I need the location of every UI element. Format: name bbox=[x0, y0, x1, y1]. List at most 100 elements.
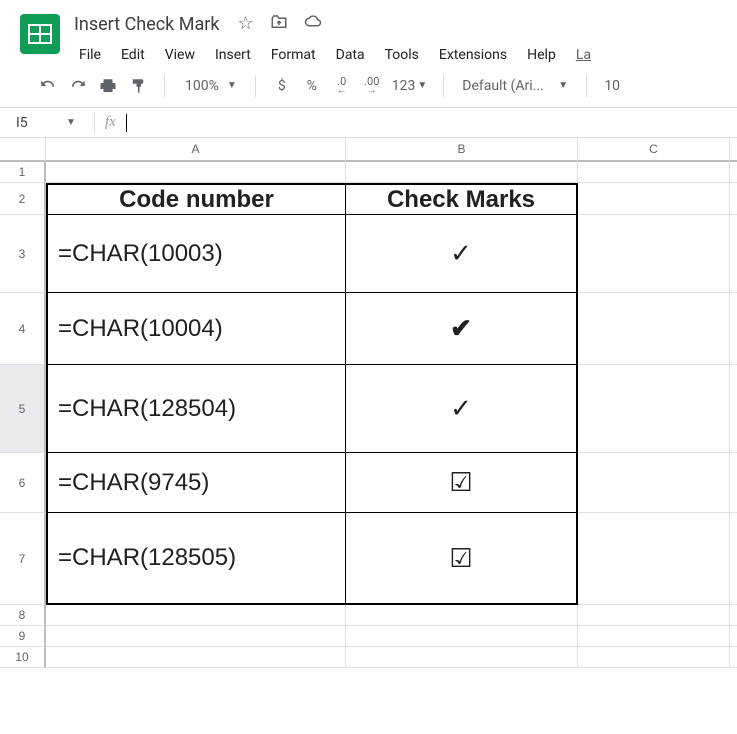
chevron-down-icon: ▼ bbox=[227, 80, 237, 91]
cell[interactable] bbox=[346, 162, 578, 183]
cell-value: =CHAR(9745) bbox=[48, 453, 345, 512]
cell[interactable] bbox=[730, 626, 737, 647]
menu-last[interactable]: La bbox=[567, 43, 600, 67]
cell-value: ✔ bbox=[346, 293, 576, 364]
cell[interactable]: =CHAR(9745) bbox=[46, 453, 346, 513]
spreadsheet-grid[interactable]: A B C 1 2 Code number Check Marks 3 =CHA… bbox=[0, 138, 737, 668]
move-icon[interactable] bbox=[270, 13, 288, 36]
font-name: Default (Ari... bbox=[462, 78, 552, 94]
format-percent-button[interactable]: % bbox=[300, 73, 324, 99]
star-icon[interactable]: ☆ bbox=[237, 13, 253, 36]
cell[interactable] bbox=[346, 647, 578, 668]
table-header-marks: Check Marks bbox=[346, 185, 576, 214]
cell[interactable] bbox=[578, 293, 730, 365]
name-box[interactable]: I5 bbox=[0, 115, 60, 131]
cell-value: ✓ bbox=[346, 215, 576, 292]
formula-input[interactable] bbox=[126, 114, 127, 132]
row-header[interactable]: 10 bbox=[0, 647, 46, 668]
cell-value: ☑ bbox=[346, 453, 576, 512]
cell[interactable] bbox=[730, 215, 737, 293]
cell[interactable] bbox=[578, 513, 730, 605]
cell[interactable] bbox=[578, 453, 730, 513]
cell[interactable]: ✓ bbox=[346, 215, 578, 293]
cell[interactable] bbox=[730, 293, 737, 365]
cell[interactable] bbox=[730, 365, 737, 453]
document-title[interactable]: Insert Check Mark bbox=[70, 12, 223, 37]
paint-format-button[interactable] bbox=[126, 73, 150, 99]
menu-extensions[interactable]: Extensions bbox=[430, 43, 516, 67]
formula-bar: I5 ▼ fx bbox=[0, 108, 737, 138]
cell[interactable] bbox=[578, 183, 730, 215]
row-header[interactable]: 7 bbox=[0, 513, 46, 605]
table-header-code: Code number bbox=[48, 185, 345, 214]
menu-data[interactable]: Data bbox=[327, 43, 374, 67]
cell[interactable] bbox=[46, 605, 346, 626]
select-all-corner[interactable] bbox=[0, 138, 46, 162]
cell[interactable] bbox=[578, 647, 730, 668]
cell[interactable] bbox=[578, 626, 730, 647]
menu-help[interactable]: Help bbox=[518, 43, 565, 67]
menu-tools[interactable]: Tools bbox=[376, 43, 428, 67]
cell[interactable]: Code number bbox=[46, 183, 346, 215]
row-header[interactable]: 2 bbox=[0, 183, 46, 215]
cell[interactable]: Check Marks bbox=[346, 183, 578, 215]
more-formats-button[interactable]: 123▼ bbox=[390, 73, 430, 99]
cell[interactable] bbox=[578, 365, 730, 453]
cell[interactable] bbox=[578, 162, 730, 183]
undo-button[interactable] bbox=[36, 73, 60, 99]
menu-insert[interactable]: Insert bbox=[206, 43, 260, 67]
format-currency-button[interactable]: $ bbox=[270, 73, 294, 99]
cell[interactable] bbox=[730, 453, 737, 513]
cell[interactable] bbox=[46, 647, 346, 668]
cell-value: =CHAR(10004) bbox=[48, 293, 345, 364]
cell[interactable]: ✔ bbox=[346, 293, 578, 365]
cell[interactable] bbox=[578, 605, 730, 626]
cell-value: =CHAR(10003) bbox=[48, 215, 345, 292]
cell[interactable] bbox=[730, 513, 737, 605]
cell[interactable] bbox=[46, 626, 346, 647]
cell[interactable]: =CHAR(128504) bbox=[46, 365, 346, 453]
zoom-select[interactable]: 100% ▼ bbox=[179, 78, 241, 94]
chevron-down-icon: ▼ bbox=[558, 80, 568, 91]
menu-bar: File Edit View Insert Format Data Tools … bbox=[70, 37, 600, 67]
print-button[interactable] bbox=[96, 73, 120, 99]
cell[interactable] bbox=[46, 162, 346, 183]
cell[interactable]: ☑ bbox=[346, 513, 578, 605]
cell[interactable] bbox=[730, 162, 737, 183]
cell[interactable] bbox=[346, 626, 578, 647]
menu-format[interactable]: Format bbox=[262, 43, 325, 67]
row-header[interactable]: 8 bbox=[0, 605, 46, 626]
cell[interactable]: =CHAR(10003) bbox=[46, 215, 346, 293]
cell[interactable]: ✓ bbox=[346, 365, 578, 453]
sheets-app-icon[interactable] bbox=[20, 14, 60, 54]
cell[interactable]: ☑ bbox=[346, 453, 578, 513]
row-header[interactable]: 5 bbox=[0, 365, 46, 453]
cell[interactable] bbox=[730, 647, 737, 668]
menu-view[interactable]: View bbox=[156, 43, 204, 67]
column-header-C[interactable]: C bbox=[578, 138, 730, 162]
row-header[interactable]: 9 bbox=[0, 626, 46, 647]
cloud-status-icon[interactable] bbox=[304, 13, 322, 36]
row-header[interactable]: 4 bbox=[0, 293, 46, 365]
menu-edit[interactable]: Edit bbox=[112, 43, 154, 67]
cell[interactable] bbox=[578, 215, 730, 293]
font-select[interactable]: Default (Ari... ▼ bbox=[458, 78, 572, 94]
chevron-down-icon[interactable]: ▼ bbox=[60, 117, 94, 128]
increase-decimal-button[interactable]: .00→ bbox=[360, 73, 384, 99]
row-header[interactable]: 3 bbox=[0, 215, 46, 293]
cell[interactable] bbox=[730, 605, 737, 626]
column-header-B[interactable]: B bbox=[346, 138, 578, 162]
menu-file[interactable]: File bbox=[70, 43, 110, 67]
cell-value: =CHAR(128505) bbox=[48, 513, 345, 603]
cell[interactable] bbox=[730, 183, 737, 215]
cell[interactable]: =CHAR(128505) bbox=[46, 513, 346, 605]
column-header-D[interactable] bbox=[730, 138, 737, 162]
row-header[interactable]: 6 bbox=[0, 453, 46, 513]
cell[interactable]: =CHAR(10004) bbox=[46, 293, 346, 365]
redo-button[interactable] bbox=[66, 73, 90, 99]
row-header[interactable]: 1 bbox=[0, 162, 46, 183]
column-header-A[interactable]: A bbox=[46, 138, 346, 162]
decrease-decimal-button[interactable]: .0← bbox=[330, 73, 354, 99]
cell[interactable] bbox=[346, 605, 578, 626]
font-size-input[interactable]: 10 bbox=[601, 78, 623, 94]
